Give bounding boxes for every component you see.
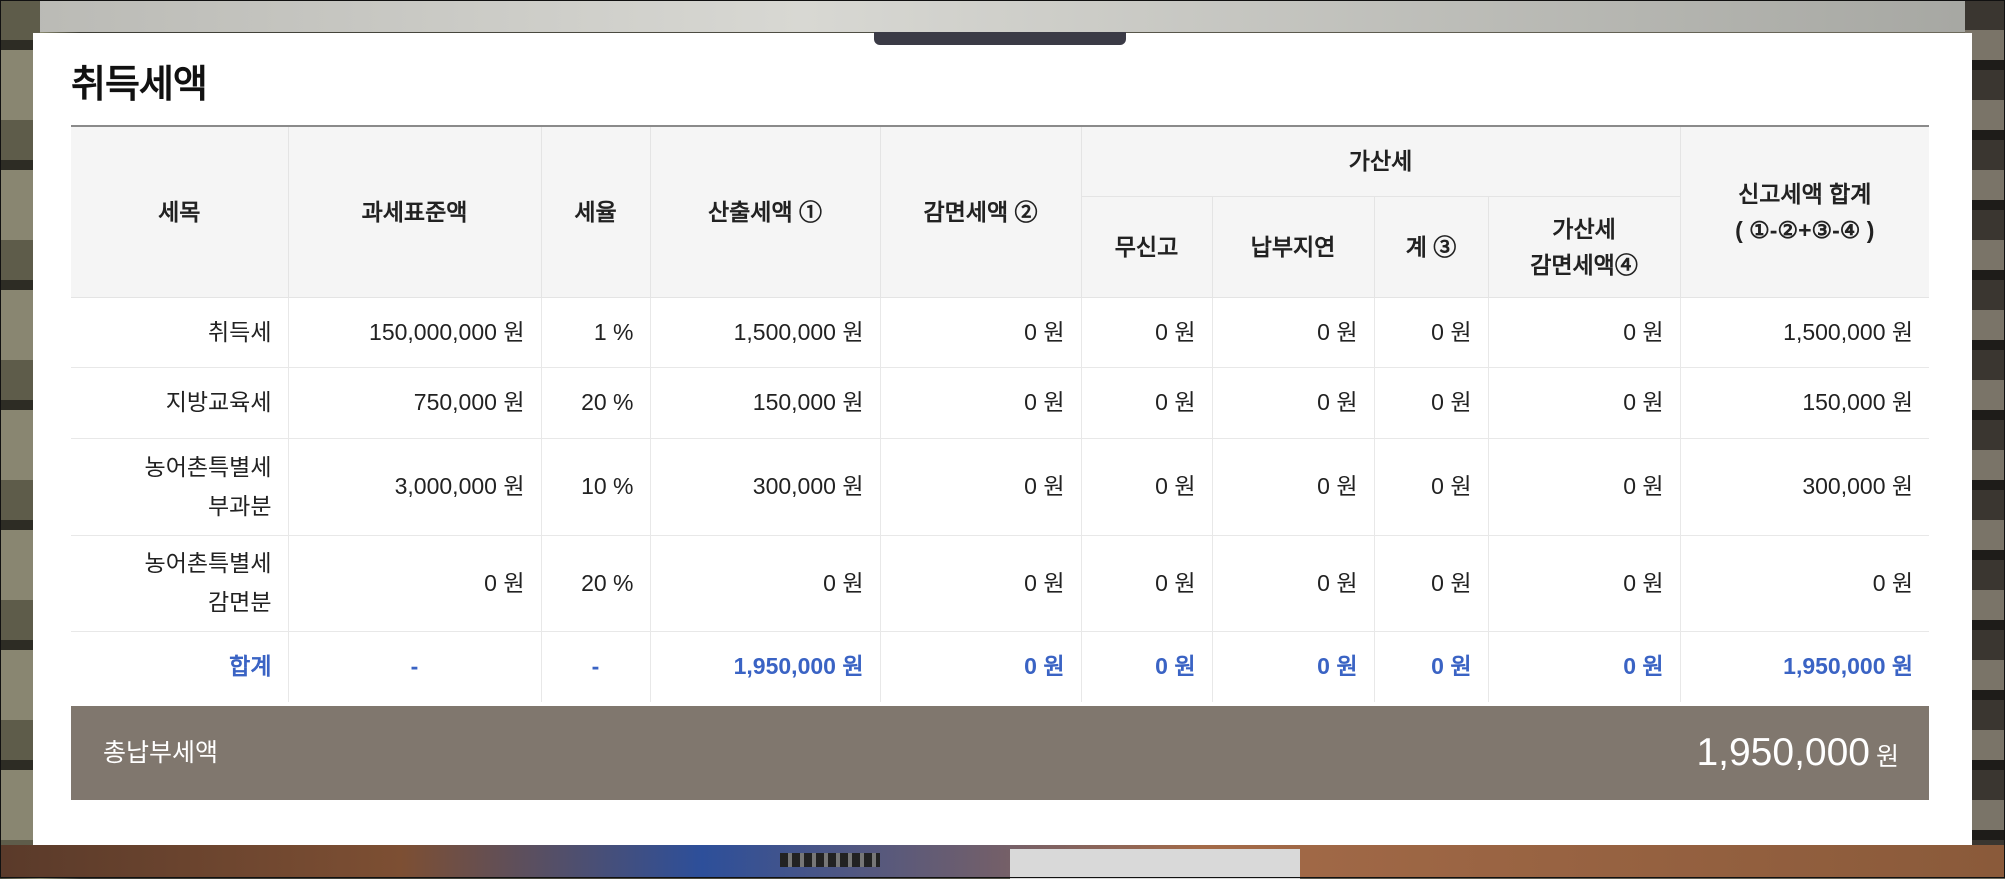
background-vent: [780, 853, 880, 867]
cell-rate: 20 %: [540, 535, 650, 632]
cell-tax-base: 3,000,000 원: [287, 438, 541, 536]
total-payment-label: 총납부세액: [103, 739, 219, 767]
header-rate: 세율: [540, 125, 650, 298]
cell-late-payment: 0 원: [1211, 367, 1374, 439]
cell-item: 지방교육세: [71, 367, 288, 439]
cell-reduced-tax: 0 원: [879, 297, 1081, 368]
cell-report-total: 150,000 원: [1679, 367, 1930, 439]
cell-report-total: 300,000 원: [1679, 438, 1930, 536]
cell-computed-tax: 0 원: [649, 535, 880, 632]
acquisition-tax-table: 세목 과세표준액 세율 산출세액 ① 감면세액 ② 가산세 신고세액 합계 ( …: [71, 125, 1930, 702]
drawer-handle[interactable]: [874, 32, 1126, 45]
header-report-total: 신고세액 합계 ( ①-②+③-④ ): [1679, 125, 1930, 298]
total-label: 합계: [229, 653, 272, 680]
cell-report-total: 0 원: [1679, 535, 1930, 632]
cell-item-line1: 농어촌특별세: [144, 550, 272, 576]
cell-no-report: 0 원: [1080, 297, 1212, 368]
cell-penalty-reduction: 0 원: [1487, 438, 1681, 536]
tax-panel: 취득세액 세목 과세표준액 세율 산출세액 ① 감면세액 ② 가산세 신고세액 …: [33, 33, 1972, 845]
total-payment-value: 1,950,000 원: [1696, 706, 1899, 808]
total-penalty-subtotal: 0 원: [1373, 631, 1488, 702]
table-row: 농어촌특별세 감면분 0 원 20 % 0 원 0 원 0 원 0 원 0 원 …: [71, 535, 1930, 632]
total-rate: -: [540, 631, 650, 702]
total-late-payment: 0 원: [1211, 631, 1374, 702]
cell-tax-base: 150,000,000 원: [287, 297, 541, 368]
cell-item-line2: 부과분: [208, 492, 272, 519]
cell-reduced-tax: 0 원: [879, 535, 1081, 632]
cell-rate: 1 %: [540, 297, 650, 368]
cell-reduced-tax: 0 원: [879, 367, 1081, 439]
total-computed-tax: 1,950,000 원: [649, 631, 880, 702]
total-reduced-tax: 0 원: [879, 631, 1081, 702]
header-no-report: 무신고: [1080, 196, 1212, 298]
cell-no-report: 0 원: [1080, 535, 1212, 632]
cell-no-report: 0 원: [1080, 438, 1212, 536]
total-payment-amount: 1,950,000: [1696, 731, 1870, 774]
header-reduced-tax: 감면세액 ②: [879, 125, 1081, 298]
cell-computed-tax: 1,500,000 원: [649, 297, 880, 368]
cell-penalty-reduction: 0 원: [1487, 297, 1681, 368]
header-late-payment: 납부지연: [1211, 196, 1374, 298]
header-item: 세목: [71, 125, 288, 298]
header-penalty-reduction: 가산세 감면세액④: [1487, 196, 1681, 298]
cell-penalty-subtotal: 0 원: [1373, 297, 1488, 368]
header-report-total-line1: 신고세액 합계: [1738, 180, 1872, 207]
cell-item: 농어촌특별세 감면분: [71, 535, 288, 632]
cell-item: 취득세: [71, 297, 288, 368]
total-row: 합계 - - 1,950,000 원 0 원 0 원 0 원 0 원 0 원 1…: [71, 631, 1930, 702]
cell-penalty-subtotal: 0 원: [1373, 367, 1488, 439]
header-computed-tax: 산출세액 ①: [649, 125, 880, 298]
cell-computed-tax: 300,000 원: [649, 438, 880, 536]
table-row: 농어촌특별세 부과분 3,000,000 원 10 % 300,000 원 0 …: [71, 438, 1930, 536]
header-penalty-group: 가산세: [1080, 125, 1681, 197]
cell-penalty-subtotal: 0 원: [1373, 438, 1488, 536]
cell-reduced-tax: 0 원: [879, 438, 1081, 536]
header-row-top: 세목 과세표준액 세율 산출세액 ① 감면세액 ② 가산세 신고세액 합계 ( …: [71, 125, 1930, 298]
total-penalty-reduction: 0 원: [1487, 631, 1681, 702]
background-photo-top: [0, 0, 2005, 32]
cell-rate: 10 %: [540, 438, 650, 536]
total-payment-unit: 원: [1875, 743, 1899, 771]
header-penalty-reduction-line1: 가산세: [1552, 215, 1616, 242]
table-row: 취득세 150,000,000 원 1 % 1,500,000 원 0 원 0 …: [71, 297, 1930, 368]
total-no-report: 0 원: [1080, 631, 1212, 702]
cell-rate: 20 %: [540, 367, 650, 439]
cell-penalty-subtotal: 0 원: [1373, 535, 1488, 632]
total-report-total: 1,950,000 원: [1679, 631, 1930, 702]
header-penalty-reduction-line2: 감면세액④: [1530, 251, 1638, 278]
background-photo-bottom: [0, 845, 2005, 879]
header-tax-base: 과세표준액: [287, 125, 541, 298]
cell-tax-base: 750,000 원: [287, 367, 541, 439]
background-slab: [1010, 849, 1300, 879]
header-penalty-subtotal: 계 ③: [1373, 196, 1488, 298]
total-payment-bar: 총납부세액 1,950,000 원: [71, 706, 1929, 800]
cell-computed-tax: 150,000 원: [649, 367, 880, 439]
table-row: 지방교육세 750,000 원 20 % 150,000 원 0 원 0 원 0…: [71, 367, 1930, 439]
cell-late-payment: 0 원: [1211, 297, 1374, 368]
cell-late-payment: 0 원: [1211, 535, 1374, 632]
cell-penalty-reduction: 0 원: [1487, 535, 1681, 632]
page-title: 취득세액: [71, 62, 208, 106]
cell-item-line2: 감면분: [208, 589, 272, 615]
cell-item-line1: 농어촌특별세: [144, 453, 272, 480]
cell-item: 농어촌특별세 부과분: [71, 438, 288, 536]
header-report-total-line2: ( ①-②+③-④ ): [1735, 216, 1875, 243]
cell-no-report: 0 원: [1080, 367, 1212, 439]
cell-penalty-reduction: 0 원: [1487, 367, 1681, 439]
cell-late-payment: 0 원: [1211, 438, 1374, 536]
cell-report-total: 1,500,000 원: [1679, 297, 1930, 368]
cell-tax-base: 0 원: [287, 535, 541, 632]
total-tax-base: -: [287, 631, 541, 702]
